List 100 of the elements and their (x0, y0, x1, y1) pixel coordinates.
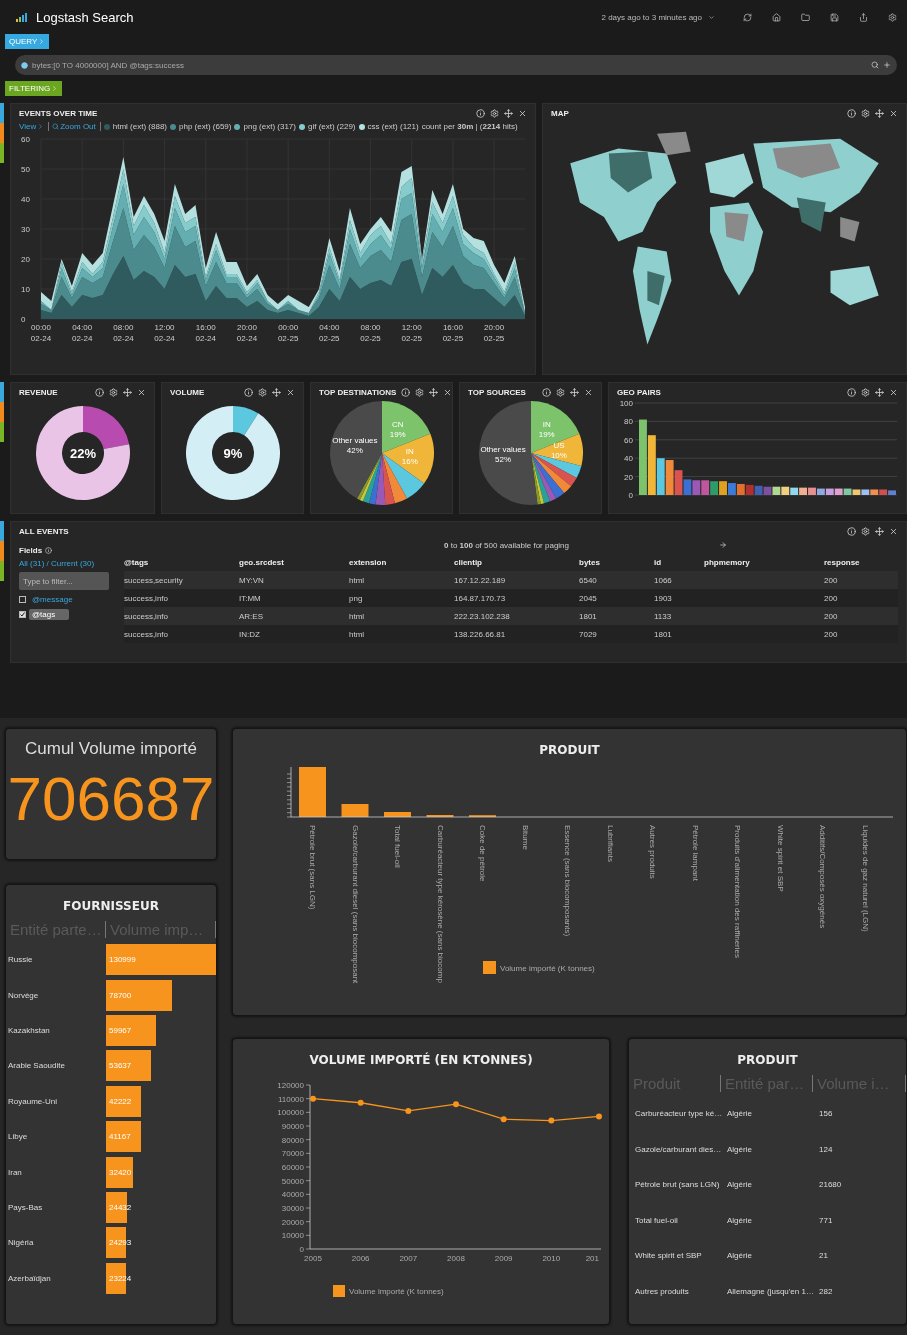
close-icon[interactable] (286, 388, 295, 397)
info-icon[interactable] (401, 388, 411, 397)
volume-bar (106, 1014, 157, 1046)
settings-icon[interactable] (861, 527, 870, 536)
caret-icon[interactable] (708, 13, 715, 21)
table-cell-text: 1801 (579, 611, 598, 621)
field-checkbox[interactable] (19, 611, 26, 618)
settings-icon[interactable] (109, 388, 118, 397)
next-page-icon[interactable] (719, 541, 727, 549)
info-icon[interactable] (542, 388, 551, 397)
close-icon[interactable] (443, 388, 452, 397)
move-icon[interactable] (504, 109, 513, 118)
panel-title: VOLUME (170, 388, 206, 397)
bar (772, 486, 781, 495)
data-point (310, 1095, 316, 1102)
field-name[interactable]: @message (29, 594, 76, 605)
settings-icon[interactable] (490, 109, 499, 118)
supplier-name: Royaume-Uni (7, 1096, 58, 1106)
y-tick-label: 90000 (281, 1122, 304, 1131)
y-tick-label: 40000 (281, 1190, 304, 1200)
donut-reading: 22% (69, 445, 96, 461)
table-cell-text: AR:ES (239, 611, 264, 621)
time-range-picker[interactable]: 2 days ago to 3 minutes ago (601, 12, 702, 22)
move-icon[interactable] (875, 527, 884, 536)
x-tick-label: 00:00 02-25 (277, 323, 299, 343)
settings-icon[interactable] (888, 12, 897, 22)
move-icon[interactable] (429, 388, 439, 397)
settings-icon[interactable] (258, 388, 267, 397)
close-icon[interactable] (889, 527, 898, 536)
info-icon[interactable] (476, 109, 485, 118)
table-cell-text: Allemagne (jusqu'en 1… (727, 1286, 815, 1296)
settings-icon[interactable] (861, 388, 870, 397)
move-icon[interactable] (123, 388, 132, 397)
settings-icon[interactable] (415, 388, 425, 397)
table-cell-text: html (349, 575, 366, 585)
card-title: Cumul Volume importé (24, 739, 198, 759)
y-tick-label: 110000 (277, 1094, 304, 1104)
zoom-out-link[interactable]: Zoom Out (52, 122, 101, 131)
bar-chart-icon (16, 12, 30, 22)
x-tick-label: 04:00 02-24 (71, 323, 93, 343)
column-header[interactable]: id (654, 558, 704, 567)
filter-field[interactable]: Type to filter... (19, 572, 109, 590)
column-header[interactable]: geo.srcdest (239, 558, 349, 567)
refresh-icon[interactable] (743, 12, 752, 22)
column-header[interactable]: @tags (124, 558, 239, 567)
column-header[interactable]: response (824, 558, 898, 567)
query-dot-icon[interactable] (21, 61, 28, 69)
x-tick-label: 20:00 02-24 (236, 323, 258, 343)
info-icon[interactable] (847, 527, 856, 536)
volume-value: 59967 (109, 1025, 132, 1035)
y-tick-label: 120000 (277, 1081, 304, 1090)
column-header[interactable]: bytes (579, 558, 654, 567)
home-icon[interactable] (772, 12, 781, 22)
column-header[interactable]: clientip (454, 558, 579, 567)
info-icon[interactable] (847, 388, 856, 397)
table-cell-text: 200 (824, 629, 839, 639)
supplier-name: Norvège (7, 990, 40, 1000)
close-icon[interactable] (137, 388, 146, 397)
data-point (405, 1107, 412, 1114)
y-tick-label: 0 (299, 1245, 304, 1254)
close-icon[interactable] (889, 109, 898, 118)
bar (736, 483, 745, 495)
close-icon[interactable] (584, 388, 593, 397)
move-icon[interactable] (272, 388, 281, 397)
close-icon[interactable] (518, 109, 527, 118)
volume-value: 78700 (109, 990, 132, 1000)
search-icon[interactable] (52, 123, 60, 130)
supplier-name: Russie (7, 955, 34, 965)
save-icon[interactable] (830, 12, 839, 22)
settings-icon[interactable] (861, 109, 870, 118)
app-title: Logstash Search (36, 9, 134, 25)
close-icon[interactable] (889, 388, 898, 397)
table-cell-text: 2045 (579, 593, 598, 603)
add-icon[interactable] (883, 61, 891, 69)
y-tick-label: 100 (619, 399, 633, 408)
info-icon[interactable] (244, 388, 253, 397)
view-link[interactable]: View (19, 122, 50, 131)
field-name[interactable]: @tags (29, 609, 69, 620)
category-label: Additifs/Composés oxygénés (818, 825, 827, 929)
x-tick-label: 00:00 02-24 (30, 323, 52, 343)
info-icon[interactable] (847, 109, 856, 118)
query-input[interactable]: bytes:[0 TO 4000000] AND @tags:success (32, 60, 867, 70)
settings-icon[interactable] (556, 388, 565, 397)
field-checkbox[interactable] (19, 596, 26, 603)
field-scope-link[interactable]: All (31) / Current (30) (19, 559, 124, 568)
volume-bar (106, 1121, 141, 1153)
supplier-name: Arabie Saoudite (7, 1061, 66, 1071)
folder-icon[interactable] (801, 12, 810, 22)
info-icon[interactable] (45, 547, 53, 554)
column-header[interactable]: phpmemory (704, 558, 824, 567)
bar (692, 480, 701, 495)
table-cell-text: success,info (124, 629, 170, 639)
info-icon[interactable] (95, 388, 104, 397)
column-header[interactable]: extension (349, 558, 454, 567)
move-icon[interactable] (875, 109, 884, 118)
slice-label: IN 16% (401, 446, 418, 465)
move-icon[interactable] (875, 388, 884, 397)
move-icon[interactable] (570, 388, 579, 397)
share-icon[interactable] (859, 12, 868, 22)
chevron-icon[interactable] (37, 123, 45, 130)
